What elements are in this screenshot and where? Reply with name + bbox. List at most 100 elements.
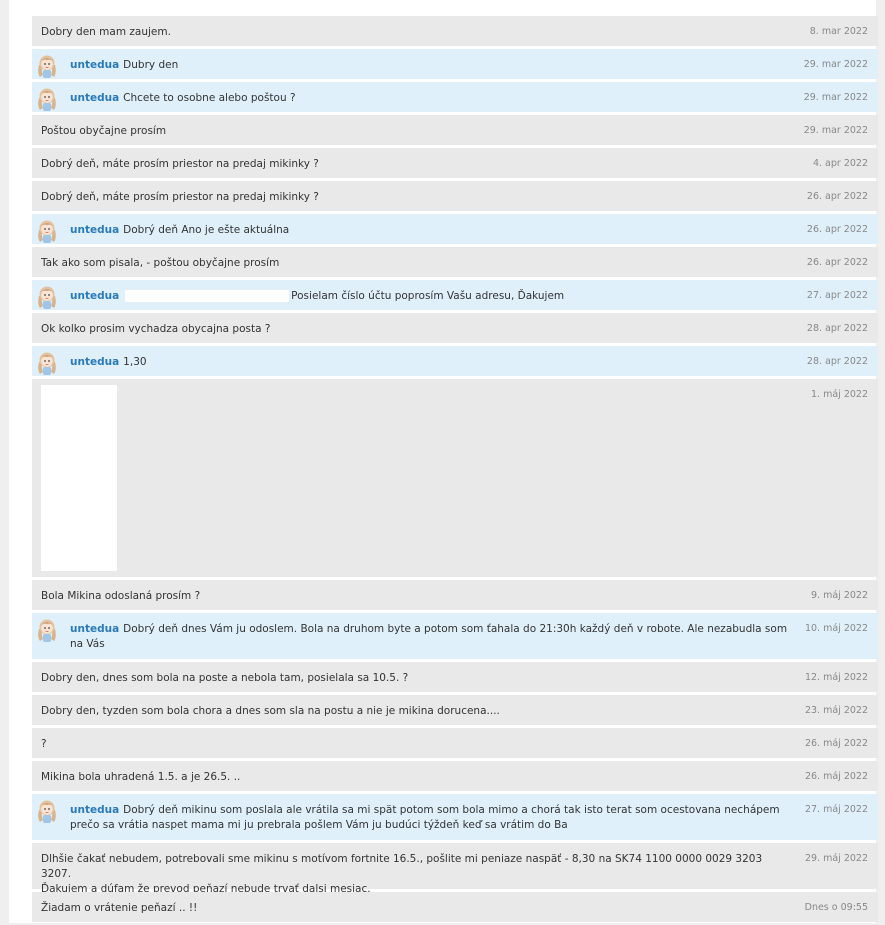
message-row: Dobry den mam zaujem. 8. mar 2022 xyxy=(32,16,878,46)
message-text: Dlhšie čakať nebudem, potrebovali sme mi… xyxy=(41,853,763,895)
message-row: ? 26. máj 2022 xyxy=(32,728,878,758)
message-date: 12. máj 2022 xyxy=(804,672,868,683)
message-content: Dlhšie čakať nebudem, potrebovali sme mi… xyxy=(41,852,788,897)
message-content: untedua Posielam číslo účtu poprosím Vašu… xyxy=(70,289,788,304)
message-content: untedua Dobrý deň Ano je ešte aktuálna xyxy=(70,223,788,238)
message-row: Bola Mikina odoslaná prosím ? 9. máj 2022 xyxy=(32,580,878,610)
message-text: Bola Mikina odoslaná prosím ? xyxy=(41,590,201,602)
message-row: untedua Dobrý deň dnes Vám ju odoslem. Bo… xyxy=(32,613,878,659)
message-content: untedua 1,30 xyxy=(70,355,788,370)
message-content: Bola Mikina odoslaná prosím ? xyxy=(41,589,788,604)
message-text: ? xyxy=(41,738,47,750)
message-text: Dobrý deň, máte prosím priestor na preda… xyxy=(41,191,319,203)
message-text: Dubry den xyxy=(123,59,179,71)
attached-image[interactable] xyxy=(41,385,117,571)
message-content: untedua Dubry den xyxy=(70,58,788,73)
girl-avatar-icon[interactable] xyxy=(35,218,59,244)
redacted-block xyxy=(125,290,290,302)
message-row: Dlhšie čakať nebudem, potrebovali sme mi… xyxy=(32,843,878,895)
girl-avatar-icon[interactable] xyxy=(35,617,59,643)
message-text: Žiadam o vrátenie peňazí .. !! xyxy=(41,902,198,914)
message-content: Poštou obyčajne prosím xyxy=(41,124,788,139)
sender-name-link[interactable]: untedua xyxy=(70,92,119,104)
message-content: Dobry den, tyzden som bola chora a dnes … xyxy=(41,704,788,719)
message-content: untedua Dobrý deň mikinu som poslala ale … xyxy=(70,803,788,833)
message-row: untedua Posielam číslo účtu poprosím Vašu… xyxy=(32,280,878,310)
message-date: 23. máj 2022 xyxy=(804,705,868,716)
message-date: 26. apr 2022 xyxy=(806,191,868,202)
message-content: Dobry den, dnes som bola na poste a nebo… xyxy=(41,671,788,686)
message-content: Žiadam o vrátenie peňazí .. !! xyxy=(41,901,788,916)
message-text: Dobrý deň Ano je ešte aktuálna xyxy=(123,224,290,236)
message-row: untedua Dubry den 29. mar 2022 xyxy=(32,49,878,79)
sender-name-link[interactable]: untedua xyxy=(70,59,119,71)
message-content: untedua Dobrý deň dnes Vám ju odoslem. Bo… xyxy=(70,622,788,652)
message-row: untedua 1,30 28. apr 2022 xyxy=(32,346,878,376)
girl-avatar-icon[interactable] xyxy=(35,798,59,824)
sender-name-link[interactable]: untedua xyxy=(70,804,119,816)
message-text: Tak ako som pisala, - poštou obyčajne pr… xyxy=(41,257,280,269)
sender-name-link[interactable]: untedua xyxy=(70,290,119,302)
message-content: Dobrý deň, máte prosím priestor na preda… xyxy=(41,157,788,172)
message-content: Mikina bola uhradená 1.5. a je 26.5. .. xyxy=(41,770,788,785)
message-content: Dobrý deň, máte prosím priestor na preda… xyxy=(41,190,788,205)
girl-avatar-icon[interactable] xyxy=(35,86,59,112)
message-text: Ok kolko prosim vychadza obycajna posta … xyxy=(41,323,271,335)
sender-name-link[interactable]: untedua xyxy=(70,623,119,635)
message-date: 29. mar 2022 xyxy=(803,59,868,70)
message-date: Dnes o 09:55 xyxy=(804,902,868,913)
message-text: Poštou obyčajne prosím xyxy=(41,125,167,137)
sender-name-link[interactable]: untedua xyxy=(70,224,119,236)
message-text: Dobrý deň mikinu som poslala ale vrátila… xyxy=(70,804,780,831)
message-row: untedua Chcete to osobne alebo poštou ? 29… xyxy=(32,82,878,112)
message-row: Poštou obyčajne prosím 29. mar 2022 xyxy=(32,115,878,145)
message-content: untedua Chcete to osobne alebo poštou ? xyxy=(70,91,788,106)
message-row: Ok kolko prosim vychadza obycajna posta … xyxy=(32,313,878,343)
message-text: Dobry den mam zaujem. xyxy=(41,26,171,38)
message-row: Mikina bola uhradená 1.5. a je 26.5. .. 2… xyxy=(32,761,878,791)
message-content: Tak ako som pisala, - poštou obyčajne pr… xyxy=(41,256,788,271)
girl-avatar-icon[interactable] xyxy=(35,284,59,310)
message-text: Dobrý deň dnes Vám ju odoslem. Bola na d… xyxy=(70,623,788,650)
message-row: Tak ako som pisala, - poštou obyčajne pr… xyxy=(32,247,878,277)
message-text: Dobrý deň, máte prosím priestor na preda… xyxy=(41,158,319,170)
message-date: 28. apr 2022 xyxy=(806,323,868,334)
message-text: 1,30 xyxy=(123,356,147,368)
message-date: 27. apr 2022 xyxy=(806,290,868,301)
message-row: Dobry den, tyzden som bola chora a dnes … xyxy=(32,695,878,725)
message-list: Dobry den mam zaujem. 8. mar 2022 untedua… xyxy=(32,16,878,925)
message-date: 9. máj 2022 xyxy=(811,590,868,601)
message-date: 4. apr 2022 xyxy=(812,158,868,169)
message-content xyxy=(41,385,788,571)
message-date: 29. mar 2022 xyxy=(803,125,868,136)
girl-avatar-icon[interactable] xyxy=(35,350,59,376)
message-row: untedua Dobrý deň Ano je ešte aktuálna 26.… xyxy=(32,214,878,244)
message-date: 10. máj 2022 xyxy=(804,623,868,634)
message-text: Dobry den, tyzden som bola chora a dnes … xyxy=(41,705,500,717)
message-date: 1. máj 2022 xyxy=(811,389,868,400)
girl-avatar-icon[interactable] xyxy=(35,53,59,79)
message-row: untedua Dobrý deň mikinu som poslala ale … xyxy=(32,794,878,840)
message-text: Posielam číslo účtu poprosím Vašu adresu… xyxy=(291,290,565,302)
message-row: Žiadam o vrátenie peňazí .. !! Dnes o 09:… xyxy=(32,892,878,922)
message-text: Chcete to osobne alebo poštou ? xyxy=(123,92,296,104)
conversation-panel: Dobry den mam zaujem. 8. mar 2022 untedua… xyxy=(9,0,878,925)
message-row: Dobrý deň, máte prosím priestor na preda… xyxy=(32,148,878,178)
message-text: Mikina bola uhradená 1.5. a je 26.5. .. xyxy=(41,771,241,783)
message-date: 28. apr 2022 xyxy=(806,356,868,367)
message-text: Dobry den, dnes som bola na poste a nebo… xyxy=(41,672,409,684)
message-row: Dobrý deň, máte prosím priestor na preda… xyxy=(32,181,878,211)
message-date: 29. máj 2022 xyxy=(804,853,868,864)
sender-name-link[interactable]: untedua xyxy=(70,356,119,368)
message-date: 26. máj 2022 xyxy=(804,771,868,782)
message-row: Dobry den, dnes som bola na poste a nebo… xyxy=(32,662,878,692)
message-date: 26. apr 2022 xyxy=(806,257,868,268)
message-content: Ok kolko prosim vychadza obycajna posta … xyxy=(41,322,788,337)
message-content: Dobry den mam zaujem. xyxy=(41,25,788,40)
message-date: 29. mar 2022 xyxy=(803,92,868,103)
message-date: 8. mar 2022 xyxy=(809,26,868,37)
message-content: ? xyxy=(41,737,788,752)
message-date: 26. máj 2022 xyxy=(804,738,868,749)
message-row: 1. máj 2022 xyxy=(32,379,878,577)
message-date: 27. máj 2022 xyxy=(804,804,868,815)
